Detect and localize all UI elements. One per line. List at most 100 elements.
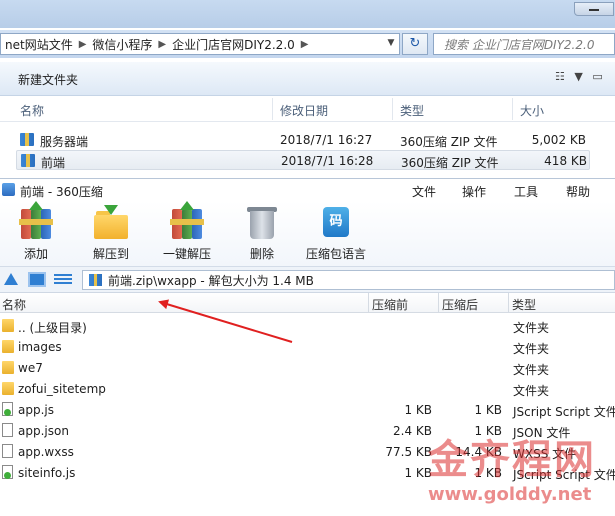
add-archive-icon — [19, 201, 53, 239]
zip-file-row[interactable]: .. (上级目录) 文件夹 — [0, 315, 615, 336]
file-size: 418 KB — [544, 154, 587, 168]
view-mode-icon[interactable]: ☷ — [555, 70, 565, 83]
search-placeholder: 搜索 企业门店官网DIY2.2.0 — [444, 37, 595, 52]
thumbnail-view-icon[interactable] — [28, 272, 46, 287]
file-list-header: 名称 修改日期 类型 大小 — [0, 96, 615, 122]
zip-file-unpacked-size: 1 KB — [474, 403, 502, 417]
refresh-button[interactable]: ↻ — [402, 33, 428, 55]
extract-to-label: 解压到 — [92, 247, 129, 261]
zip-file-type: WXSS 文件 — [513, 447, 577, 461]
breadcrumb-item[interactable]: 企业门店官网DIY2.2.0 — [168, 36, 299, 53]
file-modified: 2018/7/1 16:28 — [281, 154, 374, 168]
zip-file-unpacked-size: 1 KB — [474, 424, 502, 438]
zip-file-name: we7 — [18, 361, 43, 375]
zip-file-row[interactable]: siteinfo.js 1 KB 1 KB JScript Script 文件 — [0, 462, 615, 483]
script-file-icon — [2, 465, 13, 479]
zip-file-row[interactable]: we7 文件夹 — [0, 357, 615, 378]
breadcrumb-item[interactable]: 微信小程序 — [88, 36, 156, 53]
breadcrumb-chevron-icon[interactable]: ▶ — [299, 39, 311, 50]
zip-file-row[interactable]: app.js 1 KB 1 KB JScript Script 文件 — [0, 399, 615, 420]
column-divider[interactable] — [368, 293, 369, 313]
zip-file-row[interactable]: zofui_sitetemp 文件夹 — [0, 378, 615, 399]
up-arrow-icon[interactable] — [4, 273, 18, 285]
zip-file-packed-size: 1 KB — [404, 403, 432, 417]
add-button[interactable]: 添加 — [14, 201, 58, 262]
zip-file-type: JSON 文件 — [513, 426, 571, 440]
delete-button[interactable]: 删除 — [240, 205, 284, 262]
one-click-extract-button[interactable]: 一键解压 — [160, 201, 214, 262]
column-header-type[interactable]: 类型 — [512, 296, 536, 313]
minimize-button[interactable] — [574, 2, 614, 16]
address-row: net网站文件 ▶ 微信小程序 ▶ 企业门店官网DIY2.2.0 ▶ ▼ ↻ 搜… — [0, 30, 615, 58]
folder-icon — [2, 361, 14, 374]
column-divider[interactable] — [272, 98, 273, 120]
menu-operation[interactable]: 操作 — [460, 181, 488, 202]
column-divider[interactable] — [512, 98, 513, 120]
zip-file-type: 文件夹 — [513, 321, 550, 335]
zip-path-text: 前端.zip\wxapp - 解包大小为 1.4 MB — [108, 273, 314, 288]
folder-icon — [2, 382, 14, 395]
preview-pane-icon[interactable]: ▭ — [592, 70, 602, 83]
zip-file-row[interactable]: app.json 2.4 KB 1 KB JSON 文件 — [0, 420, 615, 441]
add-button-label: 添加 — [23, 247, 48, 261]
zip-file-name: images — [18, 340, 62, 354]
zip-file-packed-size: 77.5 KB — [385, 445, 432, 459]
column-header-type[interactable]: 类型 — [400, 102, 424, 119]
menu-tools[interactable]: 工具 — [512, 181, 540, 202]
column-header-size[interactable]: 大小 — [520, 102, 544, 119]
extract-to-button[interactable]: 解压到 — [86, 205, 136, 262]
zip-window: 前端 - 360压缩 文件 操作 工具 帮助 添加 解压到 一键解压 删除 码 … — [0, 178, 615, 516]
zip-path-bar[interactable]: 前端.zip\wxapp - 解包大小为 1.4 MB — [82, 270, 615, 290]
file-name: 服务器端 — [40, 135, 89, 149]
zip-file-row[interactable]: app.wxss 77.5 KB 14.4 KB WXSS 文件 — [0, 441, 615, 462]
zip-file-unpacked-size: 1 KB — [474, 466, 502, 480]
zip-toolbar: 添加 解压到 一键解压 删除 码 压缩包语言 — [0, 201, 615, 267]
minimize-icon — [589, 9, 599, 11]
column-divider[interactable] — [438, 293, 439, 313]
file-type: 360压缩 ZIP 文件 — [401, 156, 499, 170]
zip-file-type: JScript Script 文件 — [513, 468, 615, 482]
file-row[interactable]: 服务器端 2018/7/1 16:27 360压缩 ZIP 文件 5,002 K… — [16, 130, 590, 150]
breadcrumb-chevron-icon[interactable]: ▶ — [156, 39, 168, 50]
file-size: 5,002 KB — [531, 133, 586, 147]
breadcrumb-chevron-icon[interactable]: ▶ — [77, 39, 89, 50]
breadcrumb-item[interactable]: net网站文件 — [1, 36, 77, 53]
one-click-extract-icon — [170, 201, 204, 239]
refresh-icon: ↻ — [409, 36, 421, 51]
zip-path-row: 前端.zip\wxapp - 解包大小为 1.4 MB — [0, 267, 615, 293]
zip-file-name: zofui_sitetemp — [18, 382, 106, 396]
zip-file-type: 文件夹 — [513, 363, 550, 377]
explorer-window: net网站文件 ▶ 微信小程序 ▶ 企业门店官网DIY2.2.0 ▶ ▼ ↻ 搜… — [0, 0, 615, 178]
zip-file-name: siteinfo.js — [18, 466, 76, 480]
zip-file-type: 文件夹 — [513, 342, 550, 356]
zip-file-name: app.json — [18, 424, 69, 438]
trash-icon — [245, 205, 279, 239]
explorer-title-bar — [0, 0, 615, 28]
column-divider[interactable] — [508, 293, 509, 313]
new-folder-button[interactable]: 新建文件夹 — [18, 71, 78, 88]
column-header-name[interactable]: 名称 — [20, 102, 44, 119]
one-click-extract-label: 一键解压 — [162, 247, 211, 261]
extract-to-icon — [94, 205, 128, 239]
search-input[interactable]: 搜索 企业门店官网DIY2.2.0 — [433, 33, 615, 55]
menu-help[interactable]: 帮助 — [564, 181, 592, 202]
file-modified: 2018/7/1 16:27 — [280, 133, 373, 147]
column-header-unpacked[interactable]: 压缩后 — [442, 296, 478, 313]
file-row-selected[interactable]: 前端 2018/7/1 16:28 360压缩 ZIP 文件 418 KB — [16, 150, 590, 170]
zip-file-row[interactable]: images 文件夹 — [0, 336, 615, 357]
menu-file[interactable]: 文件 — [410, 181, 438, 202]
zip-file-icon — [89, 274, 102, 286]
column-header-modified[interactable]: 修改日期 — [280, 102, 328, 119]
zip-app-logo-icon — [2, 183, 15, 196]
column-header-packed[interactable]: 压缩前 — [372, 296, 408, 313]
archive-language-button[interactable]: 码 压缩包语言 — [304, 205, 368, 262]
column-header-name[interactable]: 名称 — [2, 296, 26, 313]
column-divider[interactable] — [392, 98, 393, 120]
zip-file-type: 文件夹 — [513, 384, 550, 398]
view-dropdown-icon[interactable]: ▼ — [574, 70, 582, 83]
zip-file-type: JScript Script 文件 — [513, 405, 615, 419]
archive-language-icon: 码 — [319, 205, 353, 239]
address-dropdown-icon[interactable]: ▼ — [382, 33, 400, 53]
list-view-icon[interactable] — [54, 272, 72, 287]
address-bar[interactable]: net网站文件 ▶ 微信小程序 ▶ 企业门店官网DIY2.2.0 ▶ — [0, 33, 400, 55]
